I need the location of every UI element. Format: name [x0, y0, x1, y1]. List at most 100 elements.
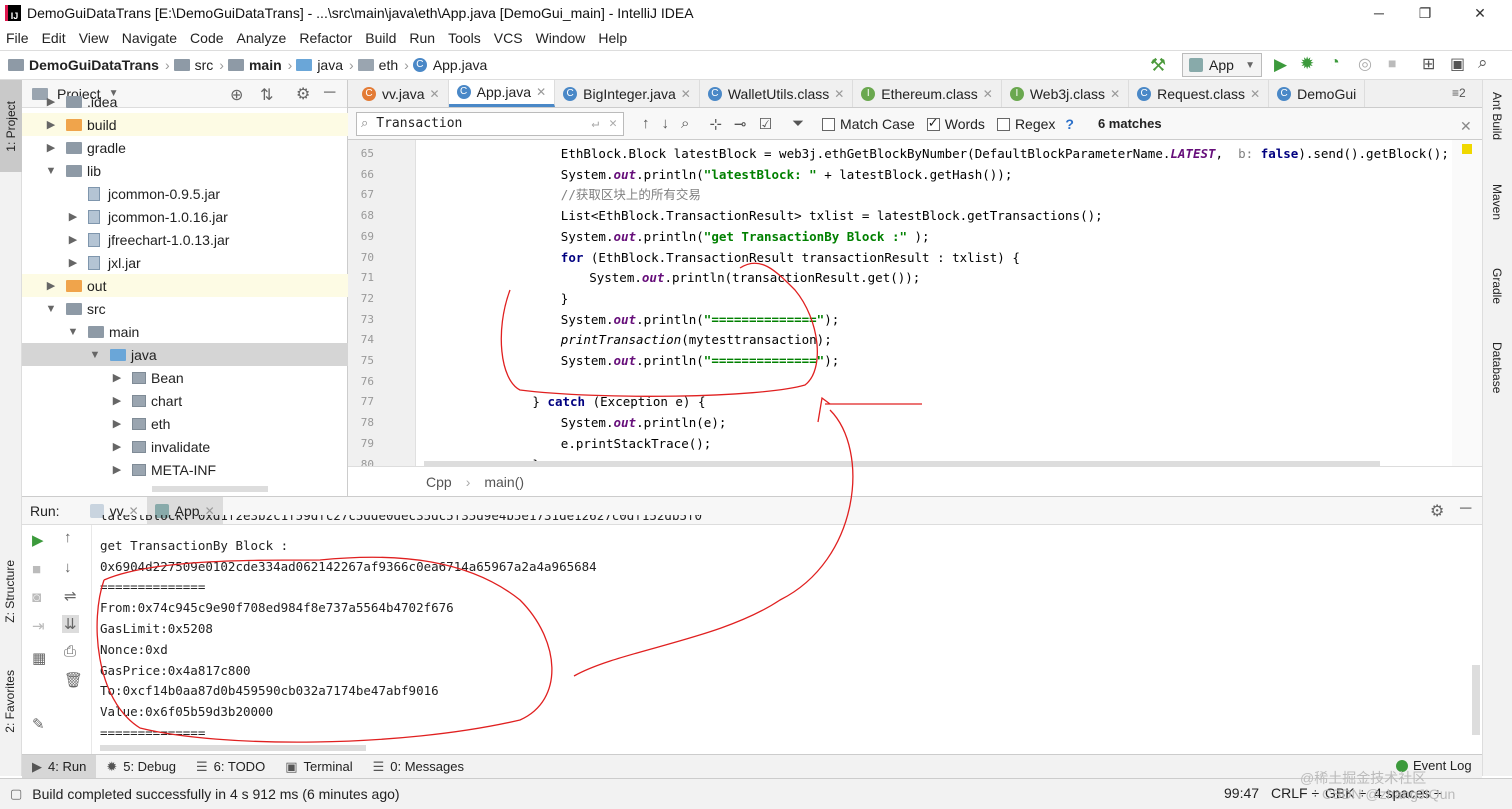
chevron-right-icon[interactable]: ▶ [44, 279, 58, 292]
chevron-down-icon[interactable]: ▼ [44, 303, 58, 315]
chevron-right-icon[interactable]: ▶ [110, 371, 124, 384]
tab-vv-java[interactable]: Cvv.java ✕ [354, 80, 449, 107]
tab-web3j-class[interactable]: I Web3j.class ✕ [1002, 80, 1130, 107]
tab-request-class[interactable]: C Request.class ✕ [1129, 80, 1270, 107]
tree-item-src[interactable]: ▼ src [44, 297, 106, 320]
locate-icon[interactable]: ⊕ [230, 85, 243, 105]
indent-setting[interactable]: 4 spaces ÷ [1374, 785, 1442, 801]
clear-icon[interactable]: ✕ [609, 116, 617, 131]
code-line[interactable]: List<EthBlock.TransactionResult> txlist … [561, 206, 1103, 226]
layout-icon[interactable]: ▦ [32, 649, 46, 667]
tab-biginteger-java[interactable]: C BigInteger.java ✕ [555, 80, 700, 107]
tree-item-jfreechart-1-0-13-jar[interactable]: ▶ jfreechart-1.0.13.jar [66, 228, 230, 251]
chevron-down-icon[interactable]: ▼ [66, 326, 80, 338]
chevron-down-icon[interactable]: ▼ [88, 349, 102, 361]
tab-overflow-button[interactable]: ≡2 [1452, 86, 1466, 100]
chevron-right-icon[interactable]: ▶ [44, 141, 58, 154]
tool-tab-6-todo[interactable]: ☰ 6: TODO [186, 755, 275, 779]
build-hammer-icon[interactable]: ⚒ [1150, 55, 1166, 76]
code-line[interactable]: System.out.println(e); [561, 413, 727, 433]
code-line[interactable]: System.out.println("=============="); [561, 351, 839, 371]
menu-view[interactable]: View [79, 30, 109, 46]
menu-code[interactable]: Code [190, 30, 223, 46]
login-icon[interactable]: ⇥ [32, 617, 45, 635]
tree-item--idea[interactable]: ▶ .idea [44, 90, 118, 113]
project-hscrollbar[interactable] [152, 486, 268, 492]
tree-item-jcommon-0-9-5-jar[interactable]: jcommon-0.9.5.jar [66, 182, 220, 205]
menu-file[interactable]: File [6, 30, 29, 46]
tree-item-main[interactable]: ▼ main [66, 320, 140, 343]
database-tool-button[interactable]: Database [1490, 342, 1504, 396]
close-button[interactable]: ✕ [1448, 0, 1512, 26]
debug-icon[interactable]: ✹ [1300, 54, 1314, 74]
tab-app-java[interactable]: C App.java ✕ [448, 80, 556, 107]
close-icon[interactable]: ✕ [430, 87, 440, 101]
trash-icon[interactable]: 🗑 [64, 671, 83, 689]
tool-tab-terminal[interactable]: ▣ Terminal [275, 755, 362, 779]
close-find-icon[interactable]: ✕ [1460, 118, 1472, 135]
code-line[interactable]: System.out.println("latestBlock: " + lat… [561, 165, 1013, 185]
soft-wrap-icon[interactable]: ⇌ [64, 587, 77, 605]
run-icon[interactable]: ▶ [1274, 55, 1287, 75]
code-line[interactable]: } catch (Exception e) { [532, 392, 705, 412]
status-toggle-icon[interactable]: ▢ [10, 786, 22, 802]
rerun-icon[interactable]: ▶ [32, 531, 44, 549]
code-line[interactable]: for (EthBlock.TransactionResult transact… [561, 248, 1020, 268]
chevron-right-icon[interactable]: ▶ [66, 210, 80, 223]
chevron-down-icon[interactable]: ▼ [44, 165, 58, 177]
menu-help[interactable]: Help [598, 30, 627, 46]
caret-position[interactable]: 99:47 [1224, 785, 1259, 801]
collapse-all-icon[interactable]: ⇅ [260, 85, 273, 105]
breadcrumb-src[interactable]: src [173, 57, 213, 73]
select-all-occurrences-icon[interactable]: ☑ [759, 115, 772, 133]
tool-tab-5-debug[interactable]: ✹ 5: Debug [96, 755, 186, 779]
chevron-right-icon[interactable]: ▶ [66, 256, 80, 269]
breadcrumb-java[interactable]: java [296, 57, 343, 73]
breadcrumb-eth[interactable]: eth [357, 57, 398, 73]
tree-item-gradle[interactable]: ▶ gradle [44, 136, 126, 159]
structure-tool-button[interactable]: Z: Structure [3, 546, 17, 636]
stop-icon[interactable]: ■ [1388, 55, 1396, 71]
filter-icon[interactable]: ⏷ [792, 115, 804, 132]
code-line[interactable]: System.out.println("=============="); [561, 310, 839, 330]
coverage-icon[interactable]: ◔ [1330, 54, 1340, 72]
breadcrumb-main[interactable]: main [227, 57, 282, 73]
regex-help-icon[interactable]: ? [1065, 116, 1074, 132]
code-line[interactable]: System.out.println(transactionResult.get… [589, 268, 920, 288]
find-input[interactable]: ⌕ Transaction ↵ ✕ [356, 111, 624, 136]
chevron-right-icon[interactable]: ▶ [66, 233, 80, 246]
tab-walletutils-class[interactable]: C WalletUtils.class ✕ [700, 80, 854, 107]
pin-icon[interactable]: ✎ [32, 715, 45, 733]
match-case-checkbox[interactable]: Match Case [822, 116, 915, 132]
code-line[interactable]: } [561, 289, 569, 309]
scroll-to-end-icon[interactable]: ⇊ [62, 615, 79, 633]
search-icon[interactable]: ⌕ [1478, 53, 1488, 73]
tree-item-bean[interactable]: ▶ Bean [110, 366, 184, 389]
menu-analyze[interactable]: Analyze [237, 30, 287, 46]
close-icon[interactable]: ✕ [834, 87, 844, 101]
maven-tool-button[interactable]: Maven [1490, 184, 1504, 223]
remove-occurrence-icon[interactable]: ⊸ [734, 115, 747, 133]
add-occurrence-icon[interactable]: ⊹ [709, 115, 722, 133]
event-log-button[interactable]: Event Log [1396, 758, 1472, 773]
chevron-right-icon[interactable]: ▶ [110, 394, 124, 407]
tool-tab-0-messages[interactable]: ☰ 0: Messages [363, 755, 474, 779]
code-line[interactable]: e.printStackTrace(); [561, 434, 712, 454]
favorites-tool-button[interactable]: 2: Favorites [3, 656, 17, 746]
project-structure-icon[interactable]: ⊞ [1422, 54, 1435, 74]
menu-refactor[interactable]: Refactor [299, 30, 352, 46]
breadcrumb-project[interactable]: DemoGuiDataTrans [8, 57, 159, 73]
chevron-right-icon[interactable]: ▶ [44, 118, 58, 131]
menu-build[interactable]: Build [365, 30, 396, 46]
console-hscrollbar[interactable] [100, 745, 366, 751]
project-tool-button[interactable]: 1: Project [0, 80, 22, 172]
console-scrollbar[interactable] [1472, 665, 1480, 735]
tree-item-java[interactable]: ▼ java [22, 343, 348, 366]
menu-tools[interactable]: Tools [448, 30, 481, 46]
close-icon[interactable]: ✕ [983, 87, 993, 101]
next-match-icon[interactable]: ↓ [662, 115, 670, 132]
previous-match-icon[interactable]: ↑ [642, 115, 650, 132]
breadcrumb-file[interactable]: C App.java [412, 57, 487, 73]
menu-edit[interactable]: Edit [42, 30, 66, 46]
minimize-button[interactable]: ─ [1356, 0, 1402, 26]
